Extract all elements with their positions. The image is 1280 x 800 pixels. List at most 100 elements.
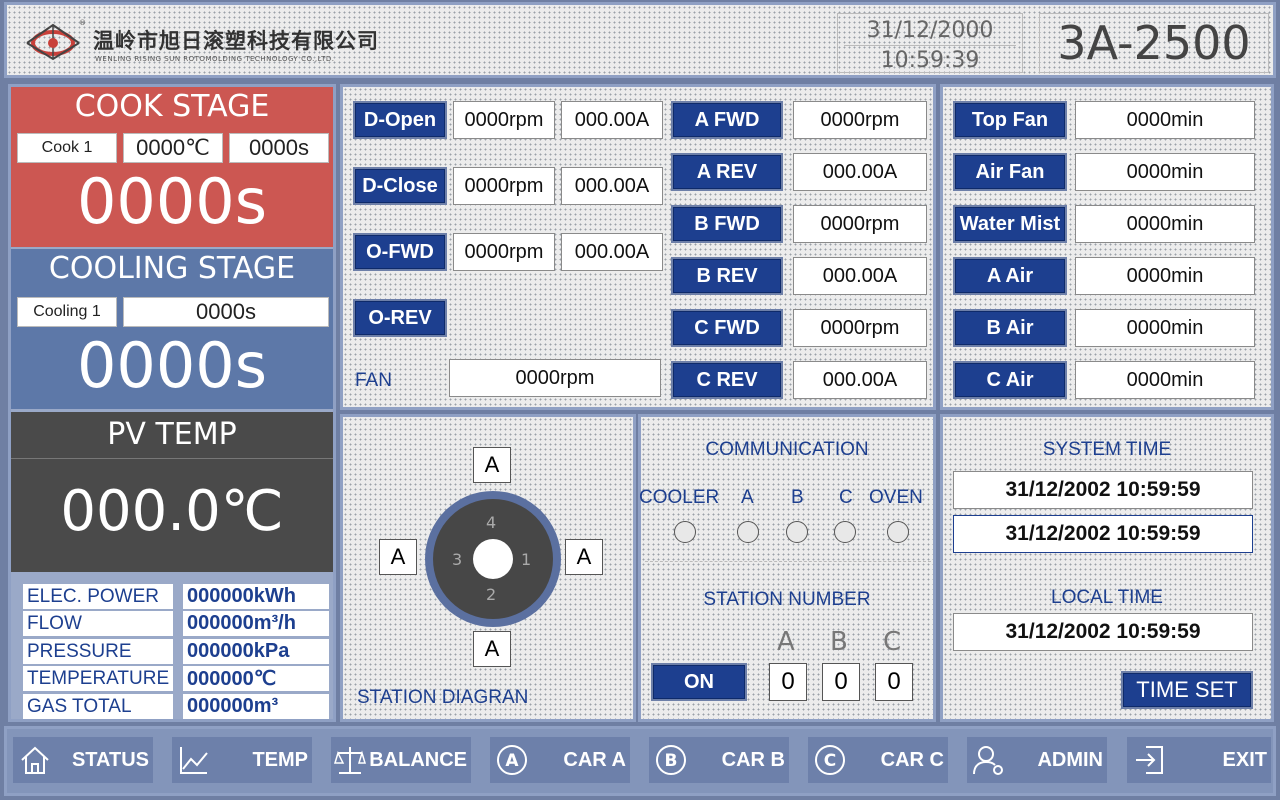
- cooling-remaining: 0000s: [76, 329, 268, 402]
- comm-label-oven: OVEN: [869, 487, 923, 508]
- cook-step[interactable]: Cook 1: [17, 133, 117, 163]
- station-pos-3: 3: [452, 550, 463, 569]
- balance-icon: [331, 738, 369, 782]
- station-number-b[interactable]: 0: [822, 663, 860, 701]
- svg-text:A: A: [505, 751, 519, 771]
- nav-car-c[interactable]: C CAR C: [808, 737, 948, 783]
- nav-car-a-label: CAR A: [563, 748, 626, 771]
- nav-car-b-label: CAR B: [721, 748, 785, 771]
- comm-led-cooler: [674, 521, 696, 543]
- stage-panel: COOK STAGE Cook 1 0000℃ 0000s 0000s COOL…: [8, 84, 336, 722]
- cook-temp[interactable]: 0000℃: [123, 133, 223, 163]
- svg-text:B: B: [665, 751, 678, 771]
- top-fan-time: 0000min: [1075, 101, 1255, 139]
- nav-car-b[interactable]: B CAR B: [649, 737, 789, 783]
- oven-rev-button[interactable]: O-REV: [353, 299, 447, 337]
- station-letter-c: C: [883, 627, 902, 657]
- measure-value: 000000kWh: [183, 584, 329, 609]
- carousel-icon: [425, 491, 561, 627]
- oven-fwd-button[interactable]: O-FWD: [353, 233, 447, 271]
- chart-line-icon: [172, 738, 216, 782]
- measure-label: PRESSURE: [23, 639, 173, 664]
- b-air-button[interactable]: B Air: [953, 309, 1067, 347]
- communication-title: COMMUNICATION: [705, 439, 869, 460]
- header-bar: ® 温岭市旭日滚塑科技有限公司 WENLING RISING SUN ROTOM…: [4, 2, 1276, 78]
- station-bottom-arm[interactable]: A: [473, 631, 511, 667]
- company-name-cn: 温岭市旭日滚塑科技有限公司: [93, 28, 379, 53]
- station-right-arm[interactable]: A: [565, 539, 603, 575]
- motor-panel: D-Open 0000rpm 000.00A D-Close 0000rpm 0…: [340, 84, 936, 410]
- a-air-button[interactable]: A Air: [953, 257, 1067, 295]
- door-close-amp: 000.00A: [561, 167, 663, 205]
- system-time-title: SYSTEM TIME: [1042, 439, 1172, 460]
- communication-panel: COMMUNICATION COOLER A B C OVEN STATION …: [638, 414, 936, 722]
- nav-temp[interactable]: TEMP: [172, 737, 312, 783]
- header-date: 31/12/2000: [866, 18, 994, 43]
- station-on-button[interactable]: ON: [651, 663, 747, 701]
- door-close-button[interactable]: D-Close: [353, 167, 447, 205]
- station-number-c[interactable]: 0: [875, 663, 913, 701]
- svg-text:C: C: [824, 751, 836, 771]
- door-open-amp: 000.00A: [561, 101, 663, 139]
- nav-car-c-label: CAR C: [880, 748, 944, 771]
- air-fan-time: 0000min: [1075, 153, 1255, 191]
- arm-c-rev-button[interactable]: C REV: [671, 361, 783, 399]
- circle-b-icon: B: [649, 738, 693, 782]
- water-mist-time: 0000min: [1075, 205, 1255, 243]
- arm-b-fwd-button[interactable]: B FWD: [671, 205, 783, 243]
- station-pos-2: 2: [486, 585, 497, 604]
- pv-temp-title: PV TEMP: [107, 417, 237, 452]
- system-time-input[interactable]: 31/12/2002 10:59:59: [953, 515, 1253, 553]
- station-top-arm[interactable]: A: [473, 447, 511, 483]
- cook-time[interactable]: 0000s: [229, 133, 329, 163]
- nav-admin[interactable]: ADMIN: [967, 737, 1107, 783]
- arm-c-fwd-value: 0000rpm: [793, 309, 927, 347]
- top-fan-button[interactable]: Top Fan: [953, 101, 1067, 139]
- company-name-en: WENLING RISING SUN ROTOMOLDING TECHNOLOG…: [95, 55, 335, 63]
- home-icon: [13, 738, 57, 782]
- user-gear-icon: [967, 738, 1011, 782]
- cooling-step[interactable]: Cooling 1: [17, 297, 117, 327]
- measure-label: TEMPERATURE: [23, 666, 173, 691]
- water-mist-button[interactable]: Water Mist: [953, 205, 1067, 243]
- station-left-arm[interactable]: A: [379, 539, 417, 575]
- comm-label-c: C: [839, 487, 853, 508]
- oven-fwd-amp: 000.00A: [561, 233, 663, 271]
- arm-a-rev-button[interactable]: A REV: [671, 153, 783, 191]
- nav-exit[interactable]: EXIT: [1127, 737, 1271, 783]
- arm-b-rev-value: 000.00A: [793, 257, 927, 295]
- station-pos-1: 1: [521, 550, 532, 569]
- arm-a-fwd-button[interactable]: A FWD: [671, 101, 783, 139]
- nav-balance[interactable]: BALANCE: [331, 737, 471, 783]
- oven-fwd-rpm: 0000rpm: [453, 233, 555, 271]
- measure-label: ELEC. POWER: [23, 584, 173, 609]
- local-time-title: LOCAL TIME: [1051, 587, 1163, 608]
- station-pos-4: 4: [486, 513, 497, 532]
- timer-panel: Top Fan 0000min Air Fan 0000min Water Mi…: [940, 84, 1274, 410]
- a-air-time: 0000min: [1075, 257, 1255, 295]
- station-number-a[interactable]: 0: [769, 663, 807, 701]
- c-air-button[interactable]: C Air: [953, 361, 1067, 399]
- nav-status-label: STATUS: [71, 748, 149, 771]
- door-open-button[interactable]: D-Open: [353, 101, 447, 139]
- station-number-title: STATION NUMBER: [703, 589, 871, 610]
- comm-led-c: [834, 521, 856, 543]
- header-time: 10:59:39: [880, 48, 980, 73]
- fan-rpm: 0000rpm: [449, 359, 661, 397]
- cooling-time[interactable]: 0000s: [123, 297, 329, 327]
- nav-status[interactable]: STATUS: [13, 737, 153, 783]
- cooling-stage-title: COOLING STAGE: [48, 251, 296, 286]
- time-set-button[interactable]: TIME SET: [1121, 671, 1253, 709]
- fan-label: FAN: [355, 370, 392, 391]
- comm-label-cooler: COOLER: [639, 487, 720, 508]
- nav-car-a[interactable]: A CAR A: [490, 737, 630, 783]
- door-open-rpm: 0000rpm: [453, 101, 555, 139]
- arm-b-rev-button[interactable]: B REV: [671, 257, 783, 295]
- comm-led-oven: [887, 521, 909, 543]
- air-fan-button[interactable]: Air Fan: [953, 153, 1067, 191]
- pv-temp-value: 000.0℃: [60, 479, 284, 544]
- cook-remaining: 0000s: [76, 165, 268, 238]
- station-diagram-panel: A A A A 4 3 1 2 STATION DIAGRAN: [340, 414, 636, 722]
- nav-balance-label: BALANCE: [369, 748, 467, 771]
- arm-c-fwd-button[interactable]: C FWD: [671, 309, 783, 347]
